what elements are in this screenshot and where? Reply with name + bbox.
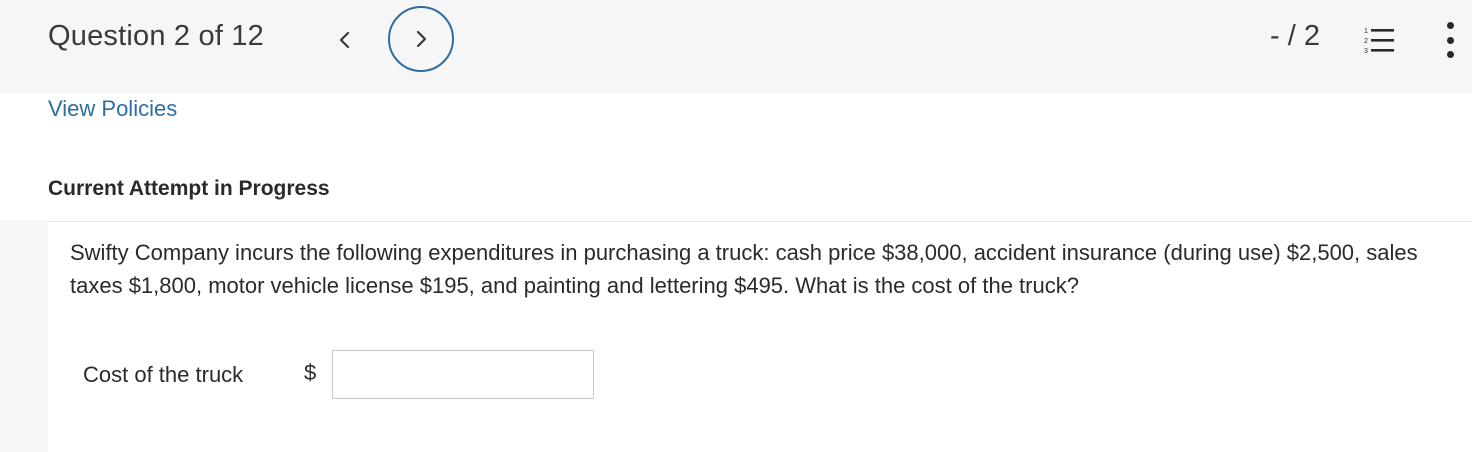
more-vertical-icon-dot (1446, 51, 1454, 58)
answer-label: Cost of the truck (83, 362, 244, 387)
next-question-button[interactable] (388, 6, 454, 72)
question-text: Swifty Company incurs the following expe… (70, 240, 1418, 298)
attempt-status-heading: Current Attempt in Progress (48, 177, 330, 200)
view-policies-link[interactable]: View Policies (48, 96, 177, 122)
score-display: - / 2 (1270, 20, 1320, 52)
question-counter: Question 2 of 12 (48, 20, 265, 52)
previous-question-button[interactable] (326, 22, 362, 58)
more-vertical-icon-dot (1446, 36, 1454, 44)
left-gutter (0, 220, 48, 452)
cost-of-truck-input[interactable] (332, 350, 594, 399)
chevron-left-icon (339, 31, 350, 49)
section-divider (48, 221, 1472, 222)
numbered-list-icon: 1 2 3 (1364, 28, 1394, 55)
svg-text:3: 3 (1364, 48, 1368, 55)
currency-symbol: $ (304, 360, 317, 385)
svg-text:1: 1 (1364, 28, 1368, 35)
more-options-button[interactable] (1438, 22, 1462, 58)
chevron-right-icon (416, 30, 427, 48)
svg-text:2: 2 (1364, 38, 1368, 45)
more-vertical-icon (1446, 22, 1454, 29)
question-list-button[interactable]: 1 2 3 (1362, 24, 1396, 58)
question-header: Question 2 of 12 - / 2 1 2 3 (0, 0, 1472, 93)
